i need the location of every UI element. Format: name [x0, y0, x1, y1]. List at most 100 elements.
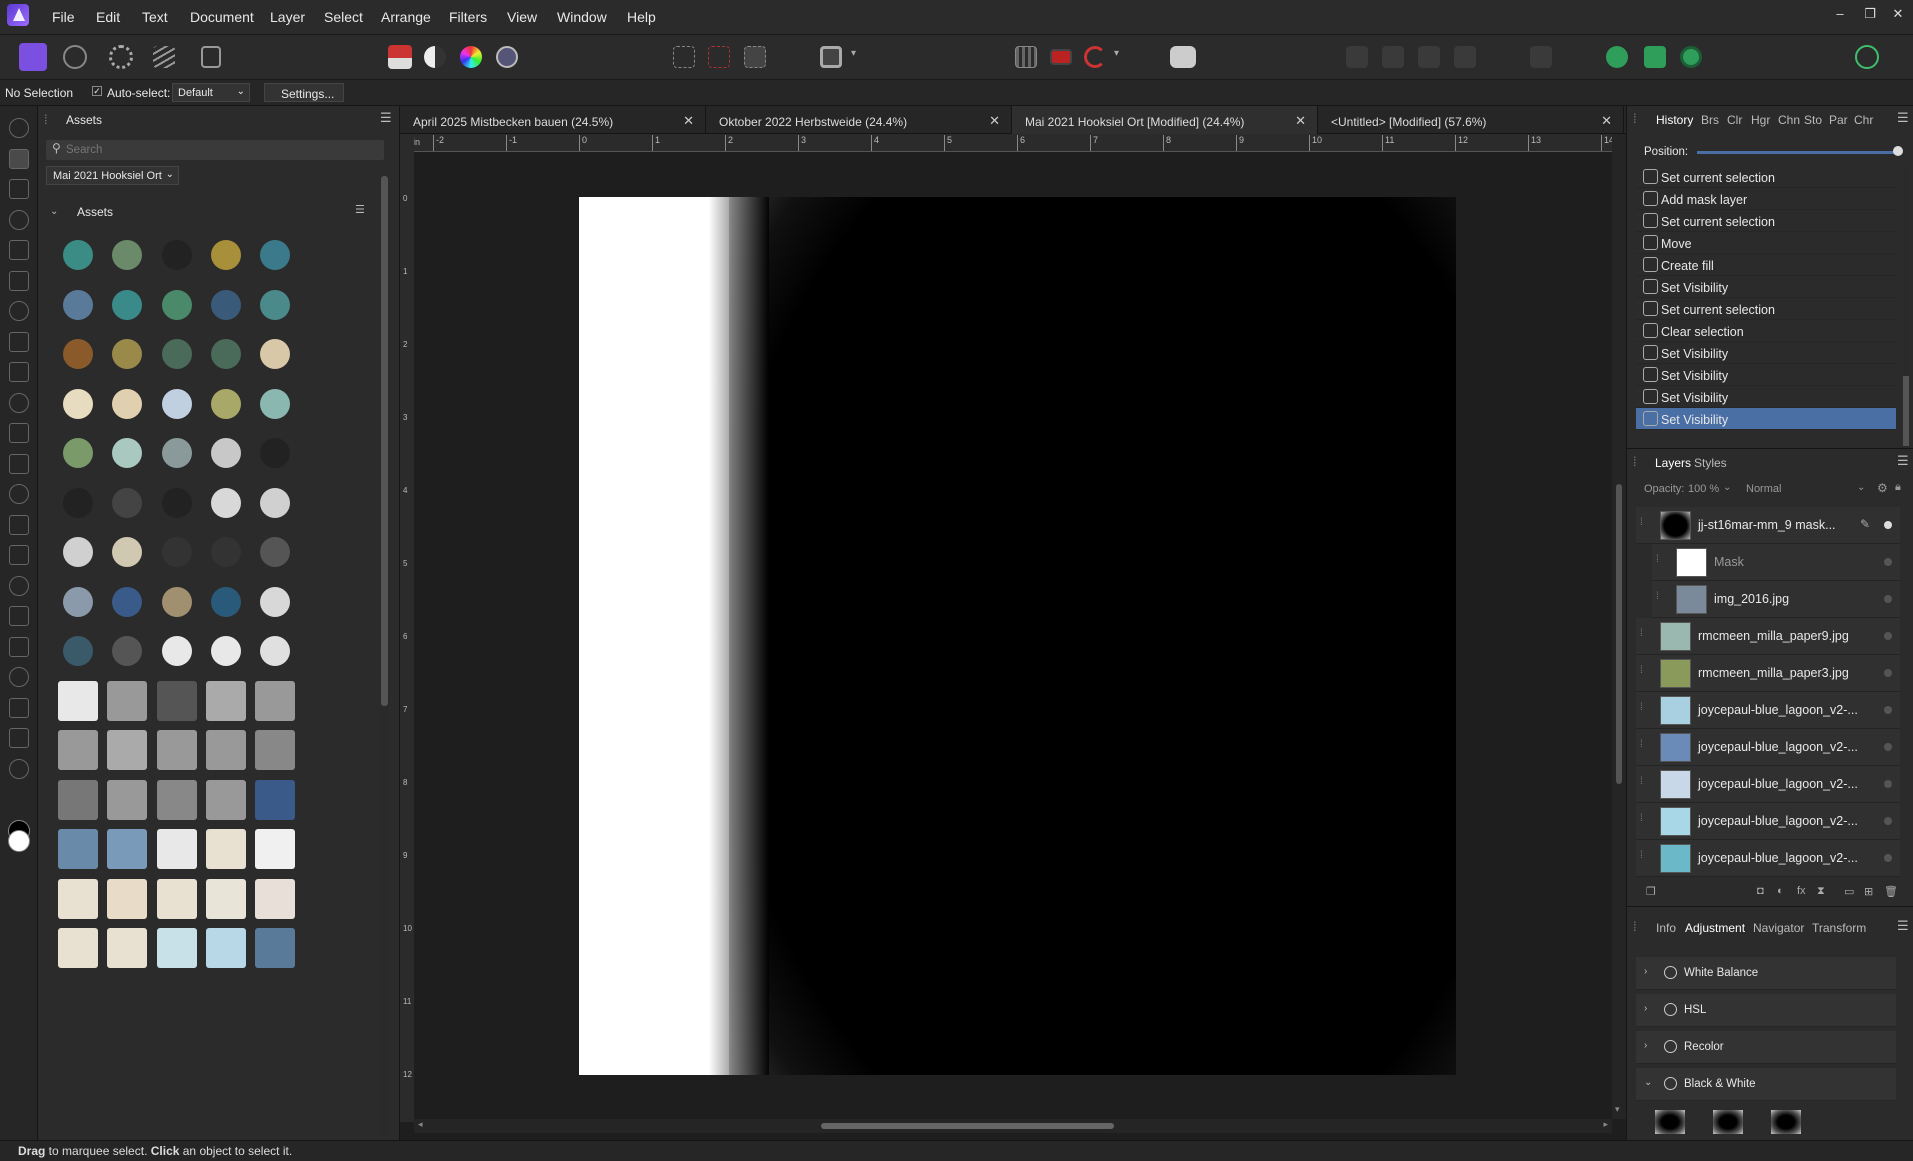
- boolean-intersect-icon[interactable]: [1680, 46, 1702, 68]
- asset-thumbnail[interactable]: [112, 487, 143, 518]
- horizontal-scrollbar[interactable]: ◂ ▸: [414, 1119, 1612, 1133]
- menu-edit[interactable]: Edit: [96, 9, 120, 25]
- zoom-tool-icon[interactable]: [9, 758, 29, 779]
- grunge-mask-layer[interactable]: [729, 197, 1456, 1075]
- panel-menu-icon[interactable]: ☰: [380, 110, 392, 126]
- v-scroll-thumb[interactable]: [1616, 484, 1622, 784]
- asset-thumbnail[interactable]: [63, 388, 93, 419]
- force-pixel-alignment-icon[interactable]: [1050, 49, 1072, 65]
- asset-thumbnail[interactable]: [156, 779, 197, 820]
- asset-thumbnail[interactable]: [205, 829, 246, 869]
- select-all-icon[interactable]: [673, 46, 695, 68]
- asset-thumbnail[interactable]: [161, 487, 192, 518]
- asset-thumbnail[interactable]: [260, 586, 291, 617]
- adjustment-item[interactable]: › Recolor: [1636, 1031, 1896, 1064]
- flood-fill-icon[interactable]: [9, 331, 29, 352]
- asset-thumbnail[interactable]: [205, 680, 246, 721]
- deselect-icon[interactable]: [708, 46, 730, 68]
- asset-thumbnail[interactable]: [107, 730, 148, 770]
- asset-thumbnail[interactable]: [63, 339, 93, 369]
- photo-persona-icon[interactable]: [19, 43, 47, 71]
- close-tab-icon[interactable]: ✕: [683, 113, 694, 129]
- minimize-button[interactable]: –: [1830, 6, 1850, 21]
- asset-thumbnail[interactable]: [112, 586, 143, 617]
- red-eye-icon[interactable]: [9, 575, 29, 596]
- asset-thumbnail[interactable]: [210, 339, 241, 369]
- asset-thumbnail[interactable]: [156, 730, 197, 770]
- asset-thumbnail[interactable]: [58, 680, 98, 721]
- asset-thumbnail[interactable]: [210, 537, 241, 567]
- asset-thumbnail[interactable]: [107, 878, 148, 919]
- close-tab-icon[interactable]: ✕: [1601, 113, 1612, 129]
- asset-thumbnail[interactable]: [260, 388, 291, 419]
- asset-thumbnail[interactable]: [161, 339, 192, 369]
- tone-mapping-persona-icon[interactable]: [153, 46, 175, 68]
- hand-tool-icon[interactable]: [9, 118, 29, 138]
- asset-thumbnail[interactable]: [205, 730, 246, 770]
- asset-thumbnail[interactable]: [156, 928, 197, 968]
- menu-select[interactable]: Select: [324, 9, 363, 25]
- user-account-icon[interactable]: [1855, 45, 1879, 69]
- paint-brush-icon[interactable]: [9, 362, 29, 382]
- asset-thumbnail[interactable]: [205, 928, 246, 968]
- asset-thumbnail[interactable]: [63, 438, 93, 468]
- menu-help[interactable]: Help: [627, 9, 656, 25]
- asset-thumbnail[interactable]: [107, 779, 148, 820]
- liquify-persona-icon[interactable]: [63, 45, 87, 69]
- asset-thumbnail[interactable]: [210, 487, 241, 518]
- invert-selection-icon[interactable]: [744, 46, 766, 68]
- asset-thumbnail[interactable]: [112, 388, 143, 419]
- asset-thumbnail[interactable]: [255, 680, 296, 721]
- asset-thumbnail[interactable]: [58, 829, 98, 869]
- asset-thumbnail[interactable]: [58, 878, 98, 919]
- bw-preset-thumbnail[interactable]: [1771, 1110, 1801, 1134]
- assistant-icon[interactable]: [1170, 46, 1196, 68]
- autoselect-checkbox[interactable]: ✓: [92, 86, 102, 96]
- asset-thumbnail[interactable]: [161, 438, 192, 468]
- boolean-add-icon[interactable]: [1606, 46, 1628, 68]
- asset-thumbnail[interactable]: [112, 289, 143, 320]
- menu-window[interactable]: Window: [557, 9, 607, 25]
- asset-thumbnail[interactable]: [255, 779, 296, 820]
- settings-button[interactable]: Settings...: [264, 83, 344, 102]
- asset-thumbnail[interactable]: [210, 388, 241, 419]
- blemish-brush-icon[interactable]: [9, 606, 29, 626]
- asset-thumbnail[interactable]: [161, 240, 192, 270]
- vertical-scrollbar[interactable]: ▾: [1612, 134, 1626, 1119]
- asset-thumbnail[interactable]: [260, 537, 291, 567]
- asset-thumbnail[interactable]: [260, 636, 291, 666]
- close-tab-icon[interactable]: ✕: [989, 113, 1000, 129]
- quick-mask-dropdown-icon[interactable]: ▾: [851, 48, 856, 59]
- clone-brush-icon[interactable]: [9, 514, 29, 535]
- asset-thumbnail[interactable]: [58, 928, 98, 968]
- asset-thumbnail[interactable]: [210, 289, 241, 320]
- menu-file[interactable]: File: [52, 9, 75, 25]
- menu-arrange[interactable]: Arrange: [381, 9, 431, 25]
- color-replace-icon[interactable]: [9, 423, 29, 443]
- pixel-tool-icon[interactable]: [9, 392, 29, 413]
- chevron-right-icon[interactable]: ›: [1644, 1003, 1647, 1014]
- asset-thumbnail[interactable]: [63, 289, 93, 320]
- marquee-tool-icon[interactable]: [9, 301, 29, 321]
- flood-select-icon[interactable]: [9, 270, 29, 291]
- menu-text[interactable]: Text: [142, 9, 168, 25]
- scroll-down-icon[interactable]: ▾: [1615, 1104, 1620, 1115]
- asset-thumbnail[interactable]: [107, 680, 148, 721]
- text-tool-icon[interactable]: [9, 697, 29, 718]
- mesh-warp-icon[interactable]: [9, 728, 29, 748]
- asset-thumbnail[interactable]: [255, 730, 296, 770]
- assets-scroll-thumb[interactable]: [381, 176, 388, 706]
- asset-thumbnail[interactable]: [107, 928, 148, 968]
- asset-thumbnail[interactable]: [63, 636, 93, 666]
- erase-brush-icon[interactable]: [9, 453, 29, 474]
- asset-thumbnail[interactable]: [63, 240, 93, 270]
- snapping-dropdown-icon[interactable]: ▾: [1114, 48, 1119, 59]
- tab-april-2025[interactable]: April 2025 Mistbecken bauen (24.5%) ✕: [400, 106, 706, 134]
- tab-mai-2021[interactable]: Mai 2021 Hooksiel Ort [Modified] (24.4%)…: [1012, 106, 1318, 134]
- asset-thumbnail[interactable]: [210, 636, 241, 666]
- asset-thumbnail[interactable]: [205, 779, 246, 820]
- asset-thumbnail[interactable]: [112, 438, 143, 468]
- asset-thumbnail[interactable]: [161, 537, 192, 567]
- asset-thumbnail[interactable]: [260, 487, 291, 518]
- tab-oktober-2022[interactable]: Oktober 2022 Herbstweide (24.4%) ✕: [706, 106, 1012, 134]
